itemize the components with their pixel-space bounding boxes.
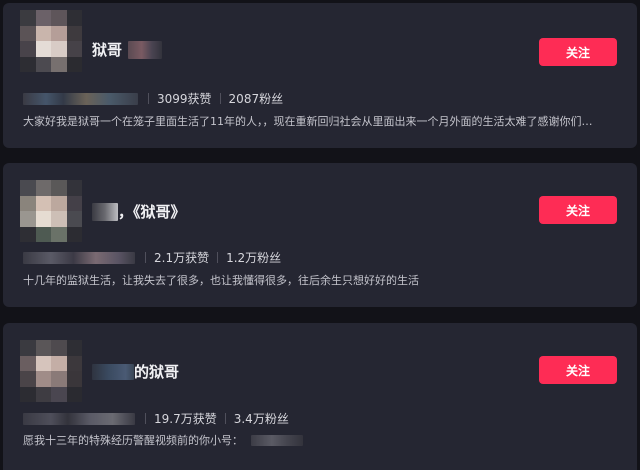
follow-button[interactable]: 关注 — [539, 196, 617, 224]
fans-count: 2087粉丝 — [228, 92, 284, 106]
user-bio: 大家好我是狱哥一个在笼子里面生活了11年的人，，现在重新回归社会从里面出来一个月… — [23, 115, 598, 128]
user-result-card[interactable]: 的狱哥 19.7万获赞 3.4万粉丝 愿我十三年的特殊经历警醒视频前的你小号： … — [3, 323, 637, 470]
username[interactable]: ，《狱哥》 — [118, 201, 186, 222]
likes-count: 19.7万获赞 — [154, 412, 217, 426]
stat-divider — [145, 252, 146, 263]
likes-count: 2.1万获赞 — [154, 251, 210, 265]
stat-divider — [217, 252, 219, 263]
follow-button[interactable]: 关注 — [539, 38, 617, 66]
username[interactable]: 狱哥 — [92, 39, 122, 60]
stat-divider — [224, 413, 226, 424]
likes-count: 3099获赞 — [157, 92, 212, 106]
username[interactable]: 的狱哥 — [134, 361, 179, 382]
redacted-id — [23, 251, 135, 264]
avatar[interactable] — [20, 340, 82, 402]
redacted-id — [23, 92, 138, 105]
stat-divider — [148, 93, 149, 104]
redacted-name-suffix — [128, 40, 163, 59]
redacted-name-prefix — [92, 363, 134, 380]
fans-count: 3.4万粉丝 — [233, 412, 289, 426]
avatar[interactable] — [20, 180, 82, 242]
user-bio-row: 愿我十三年的特殊经历警醒视频前的你小号： — [23, 432, 598, 448]
stat-divider — [145, 413, 146, 424]
avatar[interactable] — [20, 10, 82, 72]
redacted-id — [23, 412, 135, 425]
redacted-alt-account — [251, 434, 303, 446]
follow-button[interactable]: 关注 — [539, 356, 617, 384]
user-bio: 十几年的监狱生活，让我失去了很多，也让我懂得很多，往后余生只想好好的生活 — [23, 274, 419, 287]
user-bio: 愿我十三年的特殊经历警醒视频前的你小号： — [23, 434, 243, 447]
user-result-card[interactable]: 狱哥 3099获赞 2087粉丝 大家好我是狱哥一个在笼子里面生活了11年的人，… — [3, 3, 637, 148]
fans-count: 1.2万粉丝 — [226, 251, 282, 265]
stat-divider — [219, 93, 221, 104]
user-result-card[interactable]: ，《狱哥》 2.1万获赞 1.2万粉丝 十几年的监狱生活，让我失去了很多，也让我… — [3, 163, 637, 307]
redacted-name-prefix — [92, 202, 118, 221]
